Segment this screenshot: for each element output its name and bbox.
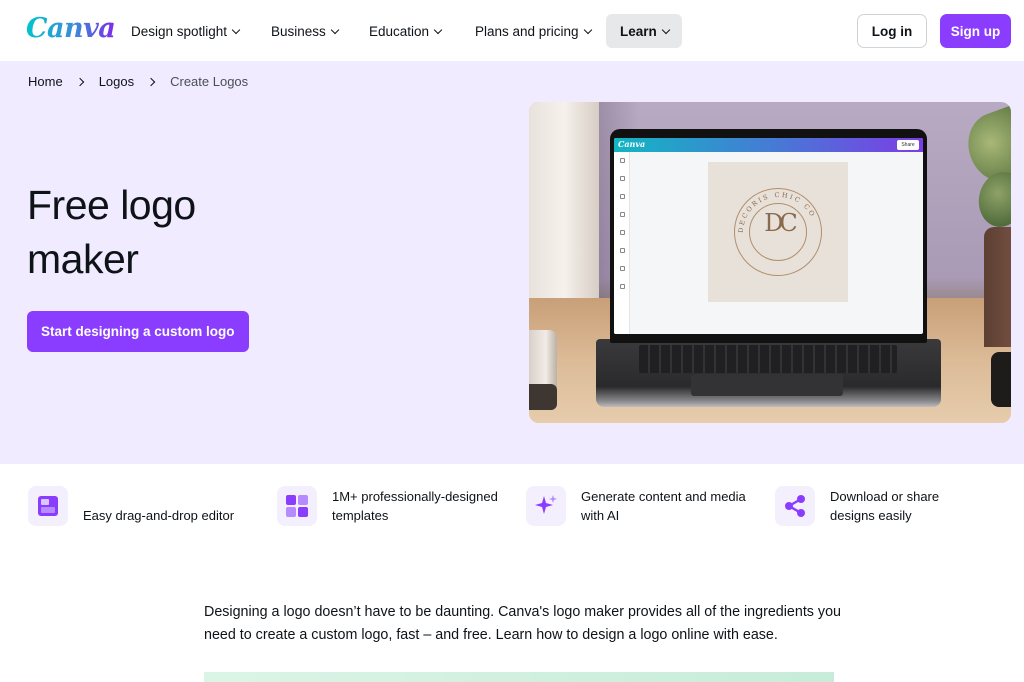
feature-text: Generate content and media with AI [581, 489, 746, 523]
cup-base-graphic [529, 384, 557, 410]
sidebar-tool-icon [620, 194, 625, 199]
plant-pot-graphic [984, 227, 1011, 347]
login-button[interactable]: Log in [857, 14, 927, 48]
logo-ring: DECORIS CHIC CO DC [734, 188, 822, 276]
sidebar-tool-icon [620, 284, 625, 289]
chevron-down-icon [583, 25, 592, 34]
chevron-down-icon [231, 25, 241, 34]
sidebar-tool-icon [620, 158, 625, 163]
hero-image: Canva Share DECORIS CHIC CO DC [529, 102, 1011, 423]
drag-drop-editor-icon [28, 486, 68, 526]
chevron-right-icon [146, 77, 156, 86]
editor-logo: Canva [618, 139, 646, 149]
nav-plans-and-pricing[interactable]: Plans and pricing [467, 14, 599, 48]
sidebar-tool-icon [620, 212, 625, 217]
nav-label: Plans and pricing [475, 23, 579, 39]
nav-label: Education [369, 23, 430, 39]
start-designing-button[interactable]: Start designing a custom logo [27, 311, 249, 352]
breadcrumb-logos[interactable]: Logos [99, 74, 134, 89]
feature-drag-drop: Easy drag-and-drop editor [28, 486, 253, 526]
feature-ai: Generate content and media with AI [526, 486, 756, 526]
sidebar-tool-icon [620, 266, 625, 271]
editor-mockup: Canva Share DECORIS CHIC CO DC [614, 138, 923, 334]
nav-business[interactable]: Business [263, 14, 346, 48]
feature-templates: 1M+ professionally-designed templates [277, 486, 512, 526]
nav-design-spotlight[interactable]: Design spotlight [123, 14, 247, 48]
nav-label: Business [271, 23, 326, 39]
content-preview-strip [204, 672, 834, 682]
sparkle-ai-icon [526, 486, 566, 526]
breadcrumb-current: Create Logos [170, 74, 249, 89]
canva-logo[interactable]: Canva [26, 13, 116, 44]
intro-paragraph: Designing a logo doesn’t have to be daun… [204, 604, 841, 643]
nav-label: Learn [620, 23, 657, 39]
chevron-down-icon [661, 25, 671, 34]
sidebar-tool-icon [620, 248, 625, 253]
chevron-down-icon [433, 25, 443, 34]
feature-text: 1M+ professionally-designed templates [332, 489, 498, 523]
design-canvas: DECORIS CHIC CO DC [708, 162, 848, 302]
feature-share: Download or share designs easily [775, 486, 960, 526]
top-nav: Canva Design spotlight Business Educatio… [0, 0, 1024, 61]
hero-section: Home Logos Create Logos Free logo maker … [0, 61, 1024, 464]
share-icon [775, 486, 815, 526]
sidebar-tool-icon [620, 230, 625, 235]
nav-label: Design spotlight [131, 23, 228, 39]
logo-monogram: DC [764, 209, 798, 237]
chevron-right-icon [75, 77, 84, 86]
feature-text: Easy drag-and-drop editor [83, 507, 235, 523]
trackpad-graphic [691, 374, 843, 396]
page-title: Free logo maker [27, 182, 196, 282]
templates-icon [277, 486, 317, 526]
nav-education[interactable]: Education [361, 14, 449, 48]
signup-button[interactable]: Sign up [940, 14, 1011, 48]
nav-learn[interactable]: Learn [606, 14, 682, 48]
editor-header: Canva Share [614, 138, 923, 152]
editor-sidebar [614, 152, 630, 334]
breadcrumb: Home Logos Create Logos [28, 74, 248, 89]
breadcrumb-home[interactable]: Home [28, 74, 63, 89]
chevron-down-icon [330, 25, 340, 34]
editor-share-button: Share [897, 140, 919, 150]
feature-text: Download or share designs easily [830, 489, 940, 523]
sidebar-tool-icon [620, 176, 625, 181]
keyboard-graphic [639, 345, 897, 373]
plant-leaf-graphic [974, 168, 1011, 231]
camera-graphic [991, 352, 1011, 407]
